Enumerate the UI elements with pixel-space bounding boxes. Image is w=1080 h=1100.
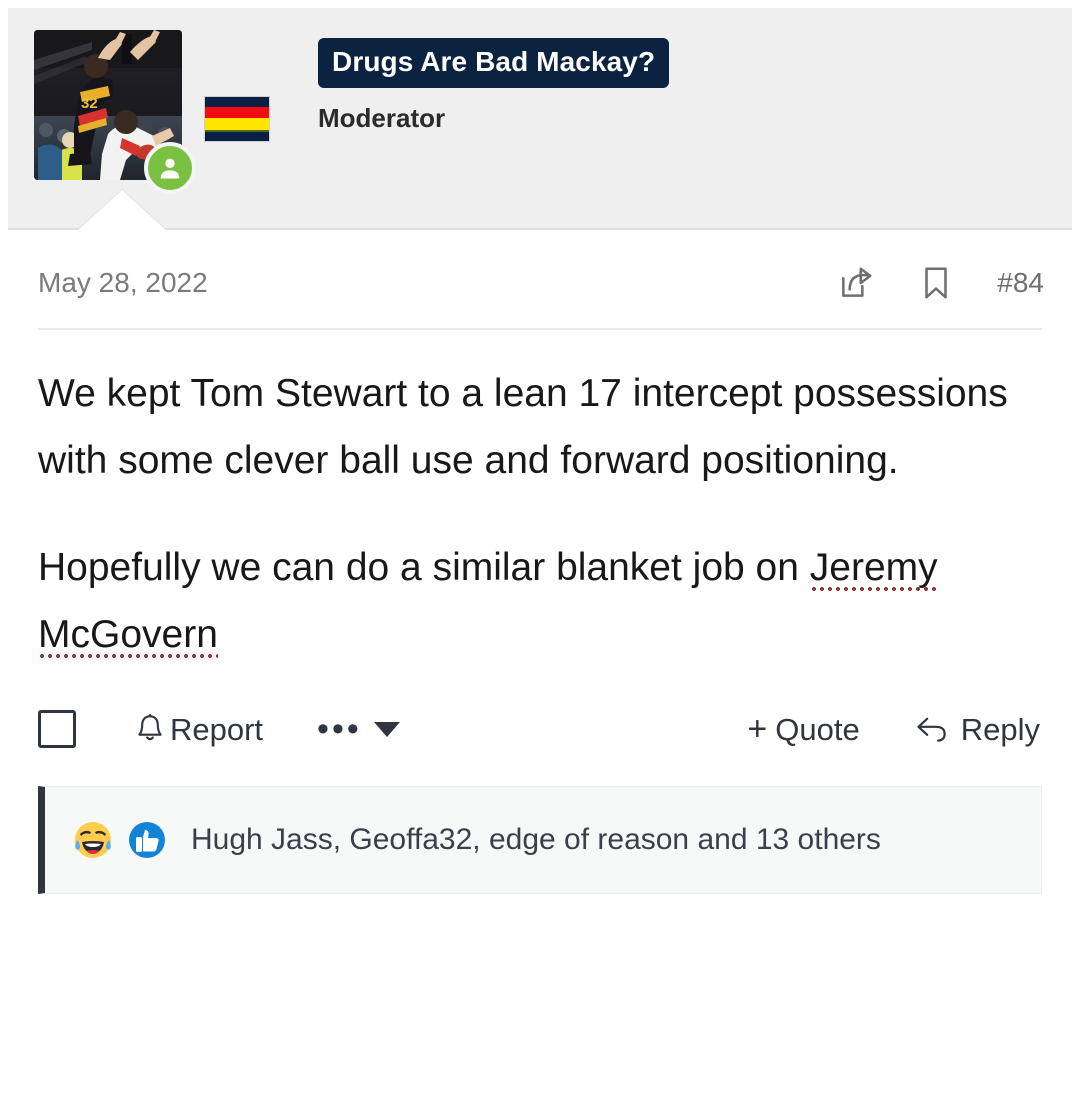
svg-text:32: 32 — [81, 95, 98, 112]
forum-post-card: 32 Drugs Are Bad Mackay? Moderator May 2… — [8, 8, 1072, 895]
chevron-down-icon — [373, 721, 400, 737]
post-page: 32 Drugs Are Bad Mackay? Moderator May 2… — [0, 0, 1080, 1100]
reactions-bar[interactable]: Hugh Jass, Geoffa32, edge of reason and … — [38, 786, 1042, 895]
quote-button[interactable]: + Quote — [747, 712, 859, 746]
user-flag-badge — [204, 96, 270, 142]
post-date[interactable]: May 28, 2022 — [38, 269, 208, 297]
post-paragraph-2-text: Hopefully we can do a similar blanket jo… — [38, 546, 810, 590]
plus-icon: + — [747, 710, 768, 749]
user-title: Moderator — [318, 103, 446, 133]
post-paragraph-2: Hopefully we can do a similar blanket jo… — [38, 534, 1042, 668]
online-status-icon — [144, 142, 196, 194]
post-body: We kept Tom Stewart to a lean 17 interce… — [8, 330, 1072, 668]
header-notch — [78, 190, 166, 230]
quote-label: Quote — [775, 711, 860, 747]
post-meta-row: May 28, 2022 #84 — [8, 230, 1072, 302]
report-button[interactable]: Report — [134, 712, 263, 746]
share-icon[interactable] — [837, 264, 875, 302]
report-label: Report — [170, 711, 264, 747]
post-number[interactable]: #84 — [997, 269, 1044, 297]
post-paragraph-1: We kept Tom Stewart to a lean 17 interce… — [38, 372, 1008, 483]
more-options-button[interactable]: ••• — [317, 710, 400, 749]
bell-icon — [138, 714, 162, 741]
top-gutter — [0, 0, 1080, 8]
reply-arrow-icon — [917, 718, 946, 743]
more-options-label: ••• — [317, 710, 362, 749]
reply-label: Reply — [960, 711, 1040, 747]
rofl-emoji — [71, 818, 115, 862]
username-badge[interactable]: Drugs Are Bad Mackay? — [318, 38, 670, 88]
select-post-checkbox[interactable] — [38, 710, 76, 749]
reaction-summary[interactable]: Hugh Jass, Geoffa32, edge of reason and … — [191, 825, 881, 855]
user-info-block: Drugs Are Bad Mackay? Moderator — [318, 30, 670, 133]
avatar-wrapper[interactable]: 32 — [34, 30, 196, 194]
reply-button[interactable]: Reply — [914, 713, 1040, 745]
thumbs-up-emoji — [125, 818, 169, 862]
user-silhouette-icon — [160, 158, 180, 179]
post-action-bar: Report ••• + Quote Reply — [8, 668, 1072, 749]
post-header: 32 Drugs Are Bad Mackay? Moderator — [8, 8, 1072, 230]
bookmark-icon[interactable] — [919, 264, 953, 302]
